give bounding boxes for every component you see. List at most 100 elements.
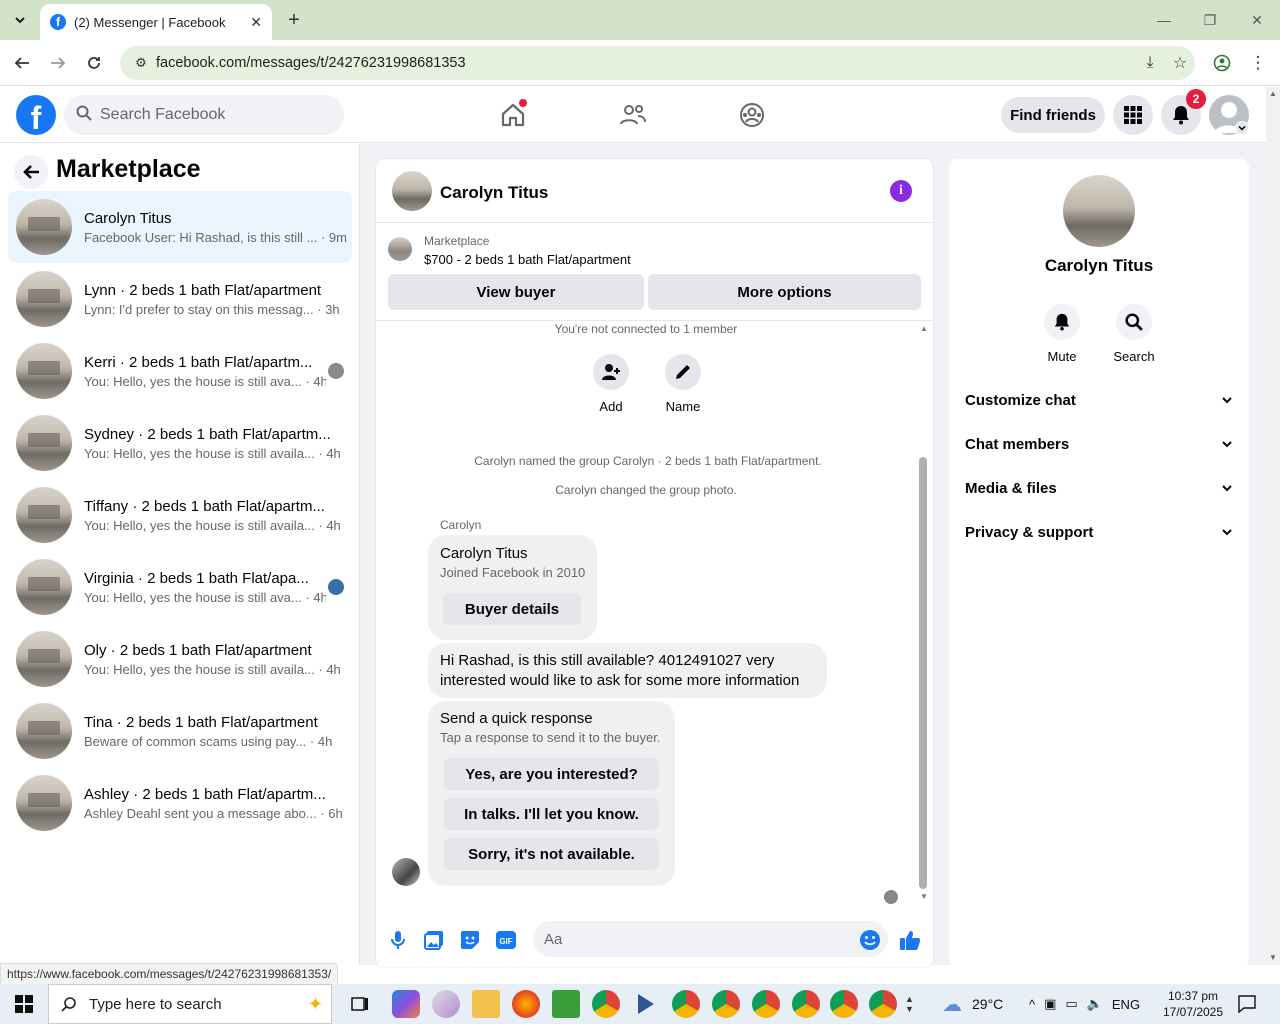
scroll-up-icon[interactable]: ▲ <box>920 324 928 333</box>
chrome-profile-icon[interactable] <box>672 990 700 1018</box>
reload-button[interactable] <box>81 50 107 76</box>
back-button[interactable] <box>14 155 48 189</box>
scroll-thumb[interactable] <box>919 457 927 889</box>
forward-nav-button[interactable] <box>45 50 71 76</box>
tab-search-button[interactable] <box>8 8 32 32</box>
voice-clip-button[interactable] <box>387 929 409 951</box>
clock[interactable]: 10:37 pm 17/07/2025 <box>1160 984 1226 1024</box>
firefox-icon[interactable] <box>512 990 540 1018</box>
system-tray[interactable]: ^ ▣ ▭ 🔈 ENG <box>1029 984 1140 1024</box>
taskbar-search[interactable]: Type here to search ✦ <box>48 984 332 1024</box>
browser-tab-messenger[interactable]: f (2) Messenger | Facebook ✕ <box>40 4 272 40</box>
chat-avatar[interactable] <box>392 171 432 211</box>
app-icon[interactable] <box>632 990 660 1018</box>
chat-title[interactable]: Carolyn Titus <box>440 183 548 203</box>
chat-scrollbar[interactable]: ▲ ▼ <box>918 324 928 901</box>
chat-members-section[interactable]: Chat members <box>965 430 1233 458</box>
conversation-item[interactable]: Lynn · 2 beds 1 bath Flat/apartment Lynn… <box>8 263 352 335</box>
arrow-right-icon <box>51 57 66 69</box>
find-friends-button[interactable]: Find friends <box>1001 97 1105 133</box>
home-nav[interactable] <box>493 97 533 133</box>
minimize-button[interactable]: — <box>1141 0 1187 40</box>
restore-button[interactable]: ❐ <box>1187 0 1233 40</box>
mute-button[interactable]: Mute <box>1027 304 1097 364</box>
scroll-up-icon[interactable]: ▲ <box>1269 89 1277 98</box>
chrome-profile-icon[interactable] <box>830 990 858 1018</box>
file-explorer-icon[interactable] <box>472 990 500 1018</box>
task-view-icon[interactable] <box>346 990 374 1018</box>
conversation-item[interactable]: Ashley · 2 beds 1 bath Flat/apartm... As… <box>8 767 352 839</box>
gif-button[interactable]: GIF <box>495 929 517 951</box>
conversation-item[interactable]: Kerri · 2 beds 1 bath Flat/apartm... You… <box>8 335 352 407</box>
message-input[interactable] <box>544 930 844 948</box>
like-button[interactable] <box>899 929 921 951</box>
page-scrollbar[interactable]: ▲ ▼ <box>1266 87 1280 965</box>
facebook-logo[interactable]: f <box>16 95 56 135</box>
buyer-details-button[interactable]: Buyer details <box>443 593 581 625</box>
friends-nav[interactable] <box>613 97 653 133</box>
conversation-name: Tiffany · 2 beds 1 bath Flat/apartm... <box>84 497 325 515</box>
emoji-button[interactable] <box>859 929 881 951</box>
media-files-section[interactable]: Media & files <box>965 474 1233 502</box>
network-icon[interactable]: ▣ <box>1044 996 1056 1012</box>
conversation-item[interactable]: Tina · 2 beds 1 bath Flat/apartment Bewa… <box>8 695 352 767</box>
facebook-search-input[interactable] <box>100 106 320 124</box>
account-chevron[interactable] <box>1235 121 1249 135</box>
conversation-item[interactable]: Virginia · 2 beds 1 bath Flat/apa... You… <box>8 551 352 623</box>
view-buyer-button[interactable]: View buyer <box>388 274 644 310</box>
notification-center-button[interactable] <box>1238 984 1256 1024</box>
conversation-item[interactable]: Oly · 2 beds 1 bath Flat/apartment You: … <box>8 623 352 695</box>
chrome-profile-icon[interactable] <box>792 990 820 1018</box>
address-bar[interactable]: ⚙ facebook.com/messages/t/24276231998681… <box>120 46 1195 80</box>
chrome-profile-icon[interactable] <box>752 990 780 1018</box>
install-app-icon[interactable]: ⤓ <box>1135 54 1165 72</box>
taskbar-scroll[interactable]: ▲ ▼ <box>905 984 914 1024</box>
back-nav-button[interactable] <box>9 50 35 76</box>
chrome-profile-icon[interactable] <box>712 990 740 1018</box>
attach-media-button[interactable] <box>423 929 445 951</box>
browser-menu-button[interactable]: ⋮ <box>1245 50 1271 76</box>
start-button[interactable] <box>0 984 48 1024</box>
profile-button[interactable] <box>1209 50 1235 76</box>
copilot-icon[interactable] <box>392 990 420 1018</box>
groups-nav[interactable] <box>732 97 772 133</box>
close-tab-icon[interactable]: ✕ <box>250 14 262 31</box>
message-input-box[interactable] <box>533 921 888 957</box>
chrome-icon[interactable] <box>592 990 620 1018</box>
scroll-down-icon[interactable]: ▼ <box>920 892 928 901</box>
bookmark-star-icon[interactable]: ☆ <box>1165 53 1195 73</box>
conversation-name: Ashley · 2 beds 1 bath Flat/apartm... <box>84 785 326 803</box>
search-chat-button[interactable]: Search <box>1099 304 1169 364</box>
sheets-app-icon[interactable] <box>552 990 580 1018</box>
language-indicator[interactable]: ENG <box>1112 997 1140 1012</box>
volume-icon[interactable]: 🔈 <box>1087 996 1103 1012</box>
close-window-button[interactable]: ✕ <box>1234 0 1280 40</box>
privacy-support-section[interactable]: Privacy & support <box>965 518 1233 546</box>
facebook-search-box[interactable] <box>64 95 344 135</box>
sticker-button[interactable] <box>459 929 481 951</box>
scroll-down-icon[interactable]: ▼ <box>1269 953 1277 962</box>
site-info-icon[interactable]: ⚙ <box>126 55 156 71</box>
name-group-button[interactable]: Name <box>653 354 713 414</box>
quick-reply-button[interactable]: Yes, are you interested? <box>444 758 659 790</box>
conversation-item[interactable]: Sydney · 2 beds 1 bath Flat/apartm... Yo… <box>8 407 352 479</box>
quick-reply-button[interactable]: Sorry, it's not available. <box>444 838 659 870</box>
paint-app-icon[interactable] <box>432 990 460 1018</box>
profile-avatar[interactable] <box>1063 175 1135 247</box>
chevron-up-icon[interactable]: ^ <box>1029 997 1035 1012</box>
customize-chat-section[interactable]: Customize chat <box>965 386 1233 414</box>
conversation-item[interactable]: Tiffany · 2 beds 1 bath Flat/apartm... Y… <box>8 479 352 551</box>
chrome-profile-icon[interactable] <box>869 990 897 1018</box>
url-text[interactable]: facebook.com/messages/t/2427623199868135… <box>156 55 1135 71</box>
add-member-button[interactable]: Add <box>581 354 641 414</box>
conversation-item[interactable]: Carolyn Titus Facebook User: Hi Rashad, … <box>8 191 352 263</box>
more-options-button[interactable]: More options <box>648 274 921 310</box>
weather-widget[interactable]: ☁ 29°C <box>942 984 1003 1024</box>
info-icon[interactable]: i <box>890 180 912 202</box>
profile-name[interactable]: Carolyn Titus <box>949 256 1249 276</box>
quick-reply-button[interactable]: In talks. I'll let you know. <box>444 798 659 830</box>
display-icon[interactable]: ▭ <box>1065 996 1077 1012</box>
menu-button[interactable] <box>1113 95 1153 135</box>
listing-title[interactable]: $700 - 2 beds 1 bath Flat/apartment <box>424 252 631 267</box>
new-tab-button[interactable]: + <box>282 8 306 32</box>
